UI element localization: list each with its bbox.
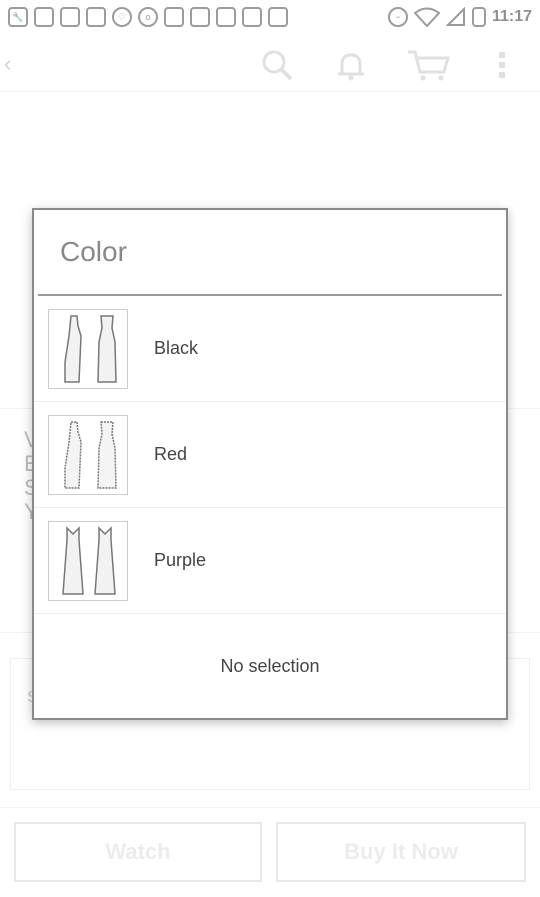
option-label: Red xyxy=(154,444,188,464)
purple-dress-thumbnail xyxy=(48,520,128,601)
red-dress-thumbnail xyxy=(48,414,128,495)
color-dialog: Color Black Red Purple No selection xyxy=(32,208,508,720)
option-purple[interactable]: Purple xyxy=(34,508,506,614)
dress-image xyxy=(62,525,116,595)
black-dress-thumbnail xyxy=(48,308,128,389)
screen: 🔧 ♡ o − 11:17 ‹ V E S Y Watch Buy It Now… xyxy=(0,0,540,897)
dress-image xyxy=(64,420,117,489)
dress-image xyxy=(64,314,117,383)
option-red[interactable]: Red xyxy=(34,402,506,508)
no-selection-option[interactable]: No selection xyxy=(34,614,506,718)
option-black[interactable]: Black xyxy=(34,296,506,402)
option-label: Purple xyxy=(154,550,207,570)
option-label: Black xyxy=(154,338,199,358)
dialog-title: Color xyxy=(38,210,502,296)
